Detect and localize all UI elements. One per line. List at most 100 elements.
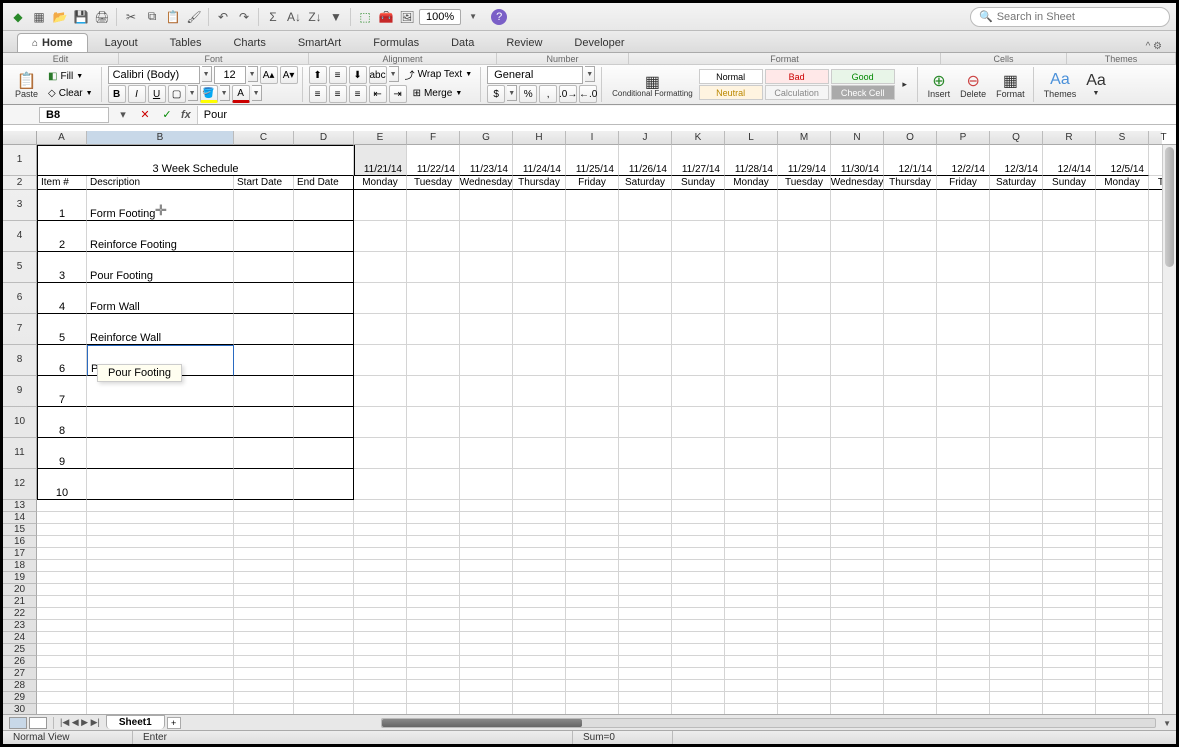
cell[interactable] — [725, 314, 778, 345]
cell[interactable] — [234, 584, 294, 596]
cell[interactable] — [831, 692, 884, 704]
orientation-icon[interactable]: abc — [369, 66, 387, 84]
decrease-indent-icon[interactable]: ⇤ — [369, 85, 387, 103]
select-all-corner[interactable] — [3, 131, 37, 145]
cell[interactable] — [460, 469, 513, 500]
col-header-H[interactable]: H — [513, 131, 566, 145]
themes-button[interactable]: AaThemes — [1040, 67, 1081, 103]
row-header-18[interactable]: 18 — [3, 560, 37, 572]
cancel-icon[interactable]: ✕ — [137, 107, 153, 123]
row-header-3[interactable]: 3 — [3, 190, 37, 221]
cell[interactable] — [234, 632, 294, 644]
cell[interactable] — [37, 584, 87, 596]
cell[interactable] — [234, 376, 294, 407]
cell[interactable] — [1096, 584, 1149, 596]
cell[interactable] — [990, 620, 1043, 632]
horizontal-scrollbar[interactable]: ▼ — [381, 718, 1156, 728]
cell[interactable] — [1096, 221, 1149, 252]
cell[interactable] — [990, 512, 1043, 524]
fill-color-dropdown-icon[interactable]: ▼ — [220, 85, 230, 101]
cell[interactable] — [937, 376, 990, 407]
cell[interactable] — [990, 407, 1043, 438]
cell[interactable] — [460, 283, 513, 314]
row-header-23[interactable]: 23 — [3, 620, 37, 632]
cell-grid[interactable]: 3 Week Schedule11/21/1411/22/1411/23/141… — [37, 145, 1162, 714]
autosum-icon[interactable]: Σ — [264, 8, 282, 26]
style-normal[interactable]: Normal — [699, 69, 763, 84]
cell[interactable] — [87, 524, 234, 536]
cell[interactable] — [407, 632, 460, 644]
cell[interactable] — [354, 548, 407, 560]
row-header-26[interactable]: 26 — [3, 656, 37, 668]
cell[interactable] — [87, 692, 234, 704]
cell[interactable] — [566, 560, 619, 572]
cell[interactable] — [354, 620, 407, 632]
cell[interactable] — [778, 680, 831, 692]
cell[interactable] — [1043, 608, 1096, 620]
col-header-P[interactable]: P — [937, 131, 990, 145]
day-header[interactable]: Saturday — [619, 176, 672, 190]
cell[interactable] — [884, 596, 937, 608]
cell[interactable] — [294, 656, 354, 668]
media-icon[interactable]: 🖼 — [398, 8, 416, 26]
cell[interactable] — [513, 548, 566, 560]
cell[interactable] — [672, 632, 725, 644]
format-painter-icon[interactable]: 🖌 — [185, 8, 203, 26]
col-header-S[interactable]: S — [1096, 131, 1149, 145]
cell[interactable] — [460, 190, 513, 221]
cell[interactable] — [294, 221, 354, 252]
cell[interactable] — [1043, 644, 1096, 656]
print-icon[interactable]: 🖨 — [93, 8, 111, 26]
cell[interactable] — [460, 314, 513, 345]
font-name-select[interactable] — [108, 66, 200, 84]
cell[interactable] — [672, 548, 725, 560]
date-header[interactable]: 11/28/14 — [725, 145, 778, 176]
day-header[interactable]: Wednesday — [831, 176, 884, 190]
zoom-level[interactable]: 100% — [419, 9, 461, 25]
cell[interactable] — [460, 632, 513, 644]
cell[interactable] — [460, 572, 513, 584]
cell[interactable] — [725, 469, 778, 500]
cell[interactable] — [407, 620, 460, 632]
cell[interactable] — [725, 221, 778, 252]
day-header[interactable]: Thursday — [884, 176, 937, 190]
cell[interactable] — [831, 221, 884, 252]
cell[interactable] — [87, 704, 234, 714]
currency-icon[interactable]: $ — [487, 85, 505, 103]
cell[interactable] — [672, 438, 725, 469]
cell[interactable] — [87, 548, 234, 560]
new-icon[interactable]: ▦ — [30, 8, 48, 26]
font-color-button[interactable]: A — [232, 85, 250, 103]
cell[interactable] — [354, 190, 407, 221]
cell[interactable] — [990, 656, 1043, 668]
cell[interactable] — [1043, 190, 1096, 221]
cell[interactable] — [294, 620, 354, 632]
cell[interactable] — [407, 345, 460, 376]
delete-button[interactable]: ⊖Delete — [956, 67, 990, 103]
style-bad[interactable]: Bad — [765, 69, 829, 84]
cell[interactable] — [725, 644, 778, 656]
cell[interactable] — [513, 704, 566, 714]
col-header-N[interactable]: N — [831, 131, 884, 145]
cell[interactable] — [407, 644, 460, 656]
cell[interactable] — [234, 345, 294, 376]
cell[interactable] — [460, 560, 513, 572]
cell[interactable] — [725, 252, 778, 283]
namebox-dropdown-icon[interactable]: ▾ — [115, 107, 131, 123]
cell[interactable] — [831, 632, 884, 644]
col-header-F[interactable]: F — [407, 131, 460, 145]
cell[interactable] — [513, 620, 566, 632]
cell[interactable] — [619, 704, 672, 714]
styles-more-button[interactable]: ▸ — [897, 67, 913, 103]
cell[interactable] — [234, 572, 294, 584]
cell[interactable] — [990, 644, 1043, 656]
cell[interactable] — [990, 500, 1043, 512]
cell[interactable] — [725, 283, 778, 314]
day-header[interactable]: Monday — [725, 176, 778, 190]
cell[interactable] — [672, 560, 725, 572]
col-header-B[interactable]: B — [87, 131, 234, 145]
cell[interactable] — [460, 620, 513, 632]
cell[interactable] — [725, 190, 778, 221]
cell[interactable] — [884, 680, 937, 692]
cell[interactable] — [778, 345, 831, 376]
